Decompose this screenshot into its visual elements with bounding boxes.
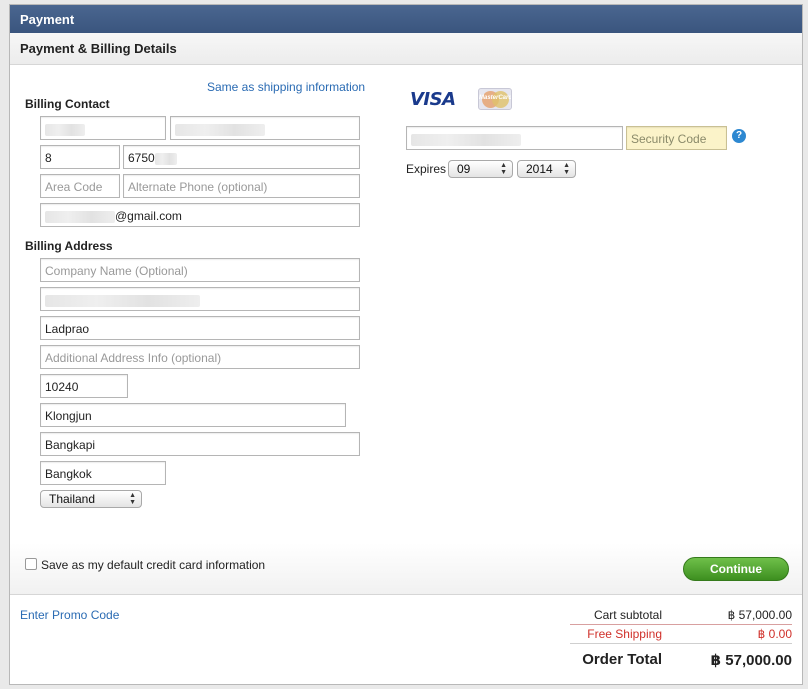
form-actions: Save as my default credit card informati…	[10, 543, 802, 595]
province-field[interactable]: Bangkok	[40, 461, 166, 485]
shipping-value: ฿ 0.00	[757, 627, 792, 641]
payment-panel: Payment Payment & Billing Details Same a…	[9, 4, 803, 685]
select-arrows-icon: ▲ ▼	[500, 162, 507, 176]
company-name-field[interactable]: Company Name (Optional)	[40, 258, 360, 282]
same-as-shipping-link[interactable]: Same as shipping information	[207, 80, 365, 94]
billing-address-label: Billing Address	[25, 239, 113, 253]
save-default-checkbox[interactable]	[25, 558, 37, 570]
section-title: Payment & Billing Details	[10, 33, 802, 65]
order-total-label: Order Total	[582, 651, 662, 668]
city-field[interactable]: Bangkapi	[40, 432, 360, 456]
country-select[interactable]: Thailand ▲ ▼	[40, 490, 142, 508]
security-code-field[interactable]: Security Code	[626, 126, 727, 150]
billing-contact-label: Billing Contact	[25, 97, 110, 111]
alt-phone-field[interactable]: Alternate Phone (optional)	[123, 174, 360, 198]
last-name-field[interactable]	[170, 116, 360, 140]
email-field[interactable]: @gmail.com	[40, 203, 360, 227]
exp-year-select[interactable]: 2014 ▲ ▼	[517, 160, 576, 178]
select-arrows-icon: ▲ ▼	[563, 162, 570, 176]
select-arrows-icon: ▲ ▼	[129, 492, 136, 506]
exp-month-select[interactable]: 09 ▲ ▼	[448, 160, 513, 178]
phone-area-field[interactable]: 8	[40, 145, 120, 169]
continue-button[interactable]: Continue	[683, 557, 789, 581]
order-total-value: ฿ 57,000.00	[710, 652, 792, 669]
cart-subtotal-label: Cart subtotal	[593, 608, 662, 622]
first-name-field[interactable]	[40, 116, 166, 140]
street2-field[interactable]: Ladprao	[40, 316, 360, 340]
district-field[interactable]: Klongjun	[40, 403, 346, 427]
divider	[570, 643, 792, 644]
street-field[interactable]	[40, 287, 360, 311]
save-default-label: Save as my default credit card informati…	[41, 558, 266, 572]
shipping-label: Free Shipping	[587, 627, 662, 641]
expires-label: Expires	[406, 162, 447, 176]
divider	[570, 624, 792, 625]
alt-area-code-field[interactable]: Area Code	[40, 174, 120, 198]
phone-number-field[interactable]: 6750	[123, 145, 360, 169]
enter-promo-code-link[interactable]: Enter Promo Code	[20, 608, 119, 622]
card-number-field[interactable]	[406, 126, 623, 150]
help-icon[interactable]: ?	[732, 129, 746, 143]
postal-code-field[interactable]: 10240	[40, 374, 128, 398]
page-title: Payment	[10, 5, 802, 33]
visa-logo: VISA	[410, 89, 456, 110]
cart-subtotal-value: ฿ 57,000.00	[727, 608, 792, 622]
mastercard-logo: MasterCard	[478, 88, 512, 110]
additional-address-field[interactable]: Additional Address Info (optional)	[40, 345, 360, 369]
